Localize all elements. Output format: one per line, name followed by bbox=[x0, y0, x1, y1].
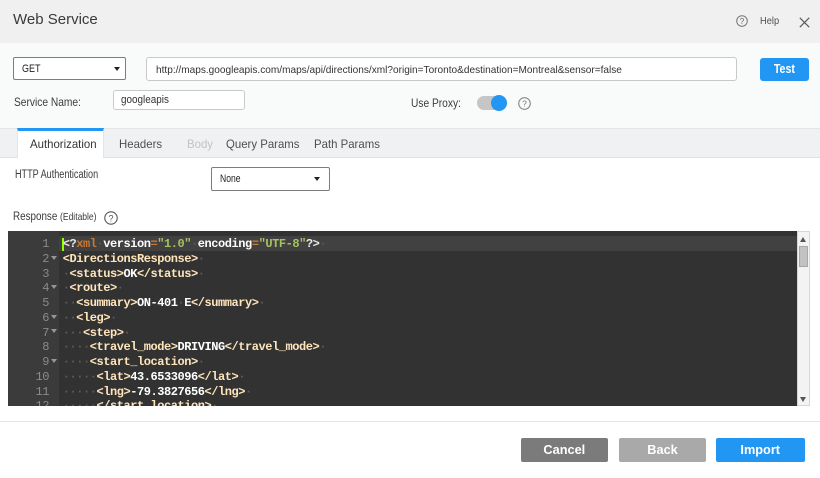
svg-text:?: ? bbox=[522, 98, 527, 108]
svg-text:?: ? bbox=[740, 17, 745, 26]
svg-text:?: ? bbox=[108, 213, 113, 223]
